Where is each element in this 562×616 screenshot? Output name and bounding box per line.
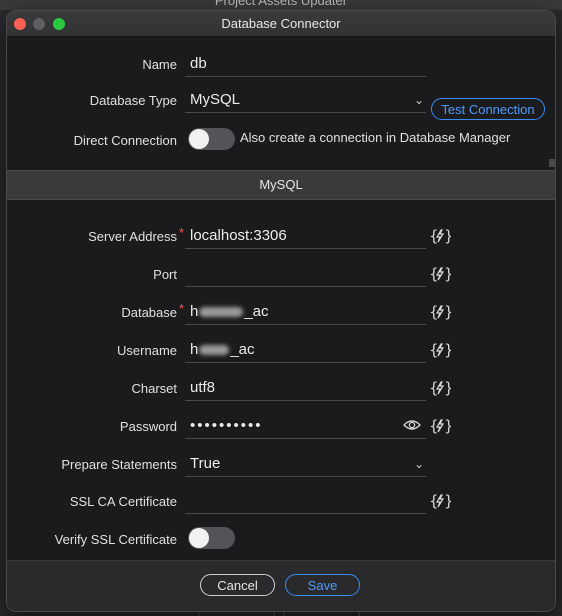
test-connection-button[interactable]: Test Connection — [431, 98, 545, 120]
redacted-text — [199, 307, 244, 318]
chevron-down-icon: ⌄ — [413, 457, 424, 471]
svg-text:}: } — [444, 265, 451, 283]
port-row: Port {} — [7, 259, 555, 289]
name-field[interactable]: db — [185, 51, 426, 77]
dynamic-value-icon[interactable]: {} — [429, 303, 451, 321]
database-type-select[interactable]: MySQL ⌄ — [185, 87, 426, 113]
svg-text:}: } — [444, 417, 451, 435]
username-field[interactable]: h _ac — [185, 337, 426, 363]
redacted-text — [199, 345, 230, 356]
name-label: Name — [142, 57, 177, 72]
prepare-statements-row: Prepare Statements True ⌄ — [7, 449, 555, 479]
username-row: Username h _ac {} — [7, 335, 555, 365]
password-label: Password — [119, 419, 177, 434]
verify-ssl-toggle[interactable] — [188, 527, 235, 549]
required-mark: * — [179, 301, 185, 316]
dialog-body: Name db Database Type MySQL ⌄ Test Conne… — [7, 37, 555, 560]
svg-text:}: } — [444, 303, 451, 321]
dynamic-value-icon[interactable]: {} — [429, 379, 451, 397]
charset-field[interactable]: utf8 — [185, 375, 426, 401]
dynamic-value-icon[interactable]: {} — [429, 341, 451, 359]
direct-connection-toggle[interactable] — [188, 128, 235, 150]
database-type-value: MySQL — [190, 91, 241, 108]
prepare-statements-label: Prepare Statements — [61, 457, 177, 472]
ssl-ca-field[interactable] — [185, 488, 426, 514]
password-field[interactable]: •••••••••• — [185, 413, 426, 439]
ssl-ca-row: SSL CA Certificate {} — [7, 486, 555, 516]
svg-text:}: } — [444, 341, 451, 359]
dialog-title: Database Connector — [221, 16, 341, 31]
svg-text:}: } — [444, 379, 451, 397]
toggle-knob — [189, 528, 209, 548]
chevron-down-icon: ⌄ — [413, 93, 424, 107]
charset-label: Charset — [131, 381, 177, 396]
database-prefix: h — [190, 303, 199, 320]
required-mark: * — [179, 225, 185, 240]
toggle-knob — [189, 129, 209, 149]
username-suffix: _ac — [230, 341, 255, 358]
svg-text:}: } — [444, 227, 451, 245]
save-button[interactable]: Save — [285, 574, 360, 596]
eye-icon[interactable] — [403, 418, 421, 432]
port-field[interactable] — [185, 261, 426, 287]
server-address-label: Server Address — [88, 229, 177, 244]
server-address-field[interactable]: localhost:3306 — [185, 223, 426, 249]
verify-ssl-label: Verify SSL Certificate — [54, 532, 177, 547]
dynamic-value-icon[interactable]: {} — [429, 492, 451, 510]
charset-row: Charset utf8 {} — [7, 373, 555, 403]
dialog-titlebar: Database Connector — [7, 11, 555, 37]
database-row: Database * h _ac {} — [7, 297, 555, 327]
prepare-statements-select[interactable]: True ⌄ — [185, 451, 426, 477]
scrollbar[interactable] — [549, 159, 555, 167]
dynamic-value-icon[interactable]: {} — [429, 265, 451, 283]
background-window-title: Project Assets Updater — [214, 0, 348, 8]
name-row: Name db — [7, 49, 555, 79]
database-suffix: _ac — [244, 303, 269, 320]
database-field[interactable]: h _ac — [185, 299, 426, 325]
ssl-ca-label: SSL CA Certificate — [69, 494, 177, 509]
dialog-footer: Cancel Save — [7, 560, 555, 611]
background-window-titlebar: Project Assets Updater — [0, 0, 562, 10]
direct-connection-label: Direct Connection — [73, 133, 177, 148]
direct-connection-note: Also create a connection in Database Man… — [240, 130, 511, 145]
port-label: Port — [153, 267, 177, 282]
dynamic-value-icon[interactable]: {} — [429, 417, 451, 435]
mysql-section-header: MySQL — [7, 170, 555, 200]
server-address-row: Server Address * localhost:3306 {} — [7, 221, 555, 251]
svg-text:}: } — [444, 492, 451, 510]
database-connector-dialog: Database Connector Name db Database Type… — [6, 10, 556, 612]
password-row: Password •••••••••• {} — [7, 411, 555, 441]
username-prefix: h — [190, 341, 199, 358]
prepare-statements-value: True — [190, 455, 221, 472]
cancel-button[interactable]: Cancel — [200, 574, 275, 596]
username-label: Username — [117, 343, 177, 358]
database-label: Database — [121, 305, 177, 320]
verify-ssl-row: Verify SSL Certificate — [7, 524, 555, 554]
dynamic-value-icon[interactable]: {} — [429, 227, 451, 245]
database-type-label: Database Type — [89, 93, 177, 108]
